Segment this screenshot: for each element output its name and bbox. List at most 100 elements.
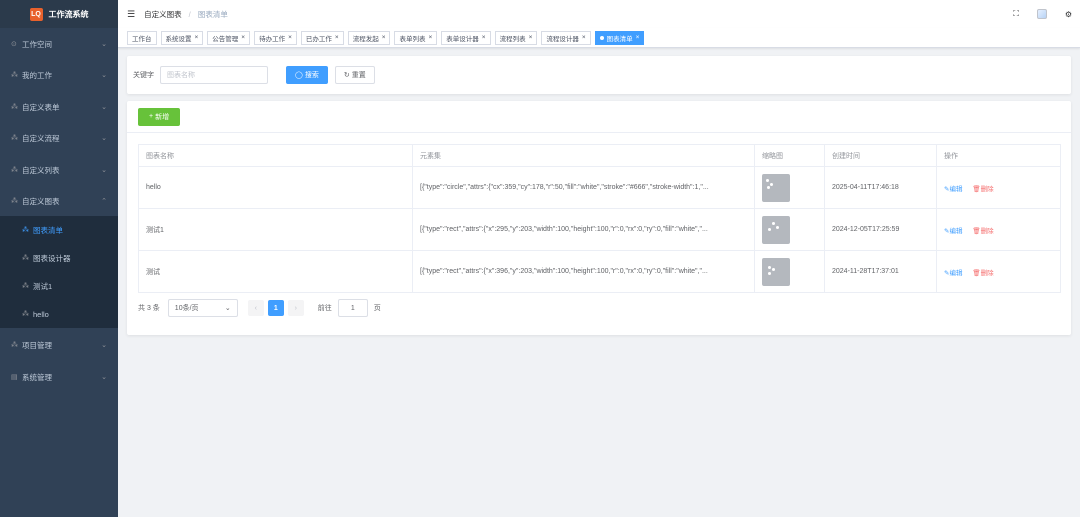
- close-icon[interactable]: ×: [382, 34, 386, 41]
- close-icon[interactable]: ×: [241, 34, 245, 41]
- close-icon[interactable]: ×: [582, 34, 586, 41]
- cell-created: 2024-11-28T17:37:01: [824, 250, 937, 293]
- grid-icon: ⁂: [22, 255, 29, 262]
- reset-button-label: 重置: [351, 72, 366, 79]
- sidebar-item-workspace[interactable]: ⊙ 工作空间 ⌄: [0, 30, 118, 58]
- tab-done[interactable]: 已办工作 ×: [300, 30, 344, 45]
- sidebar-item-label: 测试1: [33, 281, 53, 291]
- delete-button[interactable]: 🗑删除: [972, 186, 993, 193]
- hamburger-icon[interactable]: ☰: [127, 9, 135, 20]
- gear-icon[interactable]: ⚙: [1065, 10, 1072, 19]
- reset-button[interactable]: ↻ 重置: [334, 66, 375, 84]
- tab-label: 系统设置: [165, 35, 192, 43]
- search-button[interactable]: ◯ 搜索: [286, 66, 328, 84]
- sidebar-item-label: 自定义图表: [22, 196, 60, 206]
- tab-form-designer[interactable]: 表单设计器 ×: [441, 30, 491, 45]
- sidebar-item-label: 项目管理: [22, 340, 52, 350]
- close-icon[interactable]: ×: [636, 34, 640, 41]
- chart-thumbnail[interactable]: [762, 173, 790, 202]
- navbar: ☰ 自定义图表 / 图表清单 ⛶ ⚙: [118, 0, 1080, 28]
- grid-icon: ⁂: [11, 72, 18, 79]
- grid-icon: ⁂: [11, 135, 18, 142]
- sidebar-item-chart-designer[interactable]: ⁂ 图表设计器: [0, 244, 118, 272]
- page-number-current[interactable]: 1: [267, 300, 284, 316]
- sidebar-item-hello[interactable]: ⁂ hello: [0, 300, 118, 328]
- sidebar-item-label: 自定义列表: [22, 165, 60, 175]
- next-page-button[interactable]: ›: [287, 300, 304, 316]
- tab-label: 公告管理: [212, 35, 239, 43]
- breadcrumb-item[interactable]: 自定义图表: [144, 10, 182, 19]
- sidebar-item-chart-list[interactable]: ⁂ 图表清单: [0, 216, 118, 244]
- close-icon[interactable]: ×: [482, 34, 486, 41]
- avatar[interactable]: [1036, 9, 1047, 19]
- tab-workbench[interactable]: 工作台: [127, 30, 157, 45]
- add-button[interactable]: + 新增: [138, 107, 181, 126]
- close-icon[interactable]: ×: [195, 34, 199, 41]
- sidebar-item-project-manage[interactable]: ⁂ 项目管理 ⌄: [0, 331, 118, 359]
- breadcrumb-current: 图表清单: [197, 9, 228, 19]
- tab-chart-list[interactable]: 图表清单 ×: [594, 30, 645, 45]
- plus-icon: +: [149, 113, 154, 120]
- sidebar-item-custom-list[interactable]: ⁂ 自定义列表 ⌄: [0, 156, 118, 184]
- edit-button[interactable]: ✎编辑: [944, 228, 962, 235]
- chevron-down-icon: ⌄: [101, 342, 107, 349]
- close-icon[interactable]: ×: [335, 34, 339, 41]
- sidebar-item-label: 工作空间: [22, 39, 52, 49]
- tab-form-list[interactable]: 表单列表 ×: [394, 30, 438, 45]
- keyword-input[interactable]: [160, 66, 268, 84]
- sidebar-item-system-manage[interactable]: ▤ 系统管理 ⌄: [0, 363, 118, 391]
- cell-name: 测试: [138, 250, 413, 293]
- tab-label: 表单设计器: [446, 35, 479, 43]
- chevron-down-icon: ⌄: [224, 305, 231, 312]
- chart-thumbnail[interactable]: [762, 257, 790, 286]
- goto-label: 前往: [317, 305, 332, 312]
- close-icon[interactable]: ×: [529, 34, 533, 41]
- close-icon[interactable]: ×: [428, 34, 432, 41]
- prev-page-button[interactable]: ‹: [247, 300, 264, 316]
- grid-icon: ⁂: [22, 227, 29, 234]
- chart-list-panel: + 新增 图表名称 元素集 缩略图 创建时间 操作 hello [{"type"…: [127, 101, 1071, 335]
- column-header-thumbnail: 缩略图: [754, 144, 825, 167]
- logo-icon: LQ: [29, 7, 43, 21]
- search-button-label: 搜索: [304, 72, 319, 79]
- tab-label: 图表清单: [606, 35, 633, 43]
- goto-page-input[interactable]: 1: [337, 299, 368, 317]
- workspace-icon: ⊙: [11, 41, 17, 48]
- sidebar-item-label: 自定义流程: [22, 133, 60, 143]
- sidebar-item-custom-chart[interactable]: ⁂ 自定义图表 ⌃: [0, 187, 118, 215]
- tab-notice-manage[interactable]: 公告管理 ×: [207, 30, 251, 45]
- close-icon[interactable]: ×: [288, 34, 292, 41]
- column-header-created: 创建时间: [824, 144, 937, 167]
- app-logo[interactable]: LQ 工作流系统: [0, 0, 118, 28]
- sidebar-item-test1[interactable]: ⁂ 测试1: [0, 272, 118, 300]
- cell-elements: [{"type":"circle","attrs":{"cx":359,"cy"…: [412, 166, 755, 209]
- cell-created: 2024-12-05T17:25:59: [824, 208, 937, 251]
- sidebar-item-label: 自定义表单: [22, 102, 60, 112]
- tab-flow-list[interactable]: 流程列表 ×: [494, 30, 538, 45]
- edit-button[interactable]: ✎编辑: [944, 270, 962, 277]
- edit-button[interactable]: ✎编辑: [944, 186, 962, 193]
- cell-elements: [{"type":"rect","attrs":{"x":295,"y":203…: [412, 208, 755, 251]
- chevron-down-icon: ⌄: [101, 72, 107, 79]
- grid-icon: ⁂: [11, 198, 18, 205]
- toolbar: + 新增: [127, 101, 1071, 133]
- tags-view: 工作台 系统设置 × 公告管理 × 待办工作 × 已办工作 × 流程发起 × 表单列表 × …: [118, 28, 1080, 48]
- tab-system-settings[interactable]: 系统设置 ×: [160, 30, 204, 45]
- tab-flow-start[interactable]: 流程发起 ×: [347, 30, 391, 45]
- goto-suffix: 页: [373, 305, 381, 312]
- grid-icon: ⁂: [11, 342, 18, 349]
- active-dot-icon: [599, 35, 604, 40]
- page-size-select[interactable]: 10条/页 ⌄: [167, 299, 238, 317]
- chevron-down-icon: ⌄: [101, 167, 107, 174]
- chart-thumbnail[interactable]: [762, 215, 790, 244]
- sidebar-item-custom-flow[interactable]: ⁂ 自定义流程 ⌄: [0, 124, 118, 152]
- delete-button[interactable]: 🗑删除: [972, 270, 993, 277]
- delete-button[interactable]: 🗑删除: [972, 228, 993, 235]
- sidebar-item-my-work[interactable]: ⁂ 我的工作 ⌄: [0, 61, 118, 89]
- keyword-label: 关键字: [133, 72, 154, 79]
- tab-todo[interactable]: 待办工作 ×: [254, 30, 297, 45]
- tab-flow-designer[interactable]: 流程设计器 ×: [541, 30, 591, 45]
- sidebar-item-label: hello: [33, 309, 49, 319]
- fullscreen-icon[interactable]: ⛶: [1013, 9, 1019, 19]
- sidebar-item-custom-form[interactable]: ⁂ 自定义表单 ⌄: [0, 93, 118, 121]
